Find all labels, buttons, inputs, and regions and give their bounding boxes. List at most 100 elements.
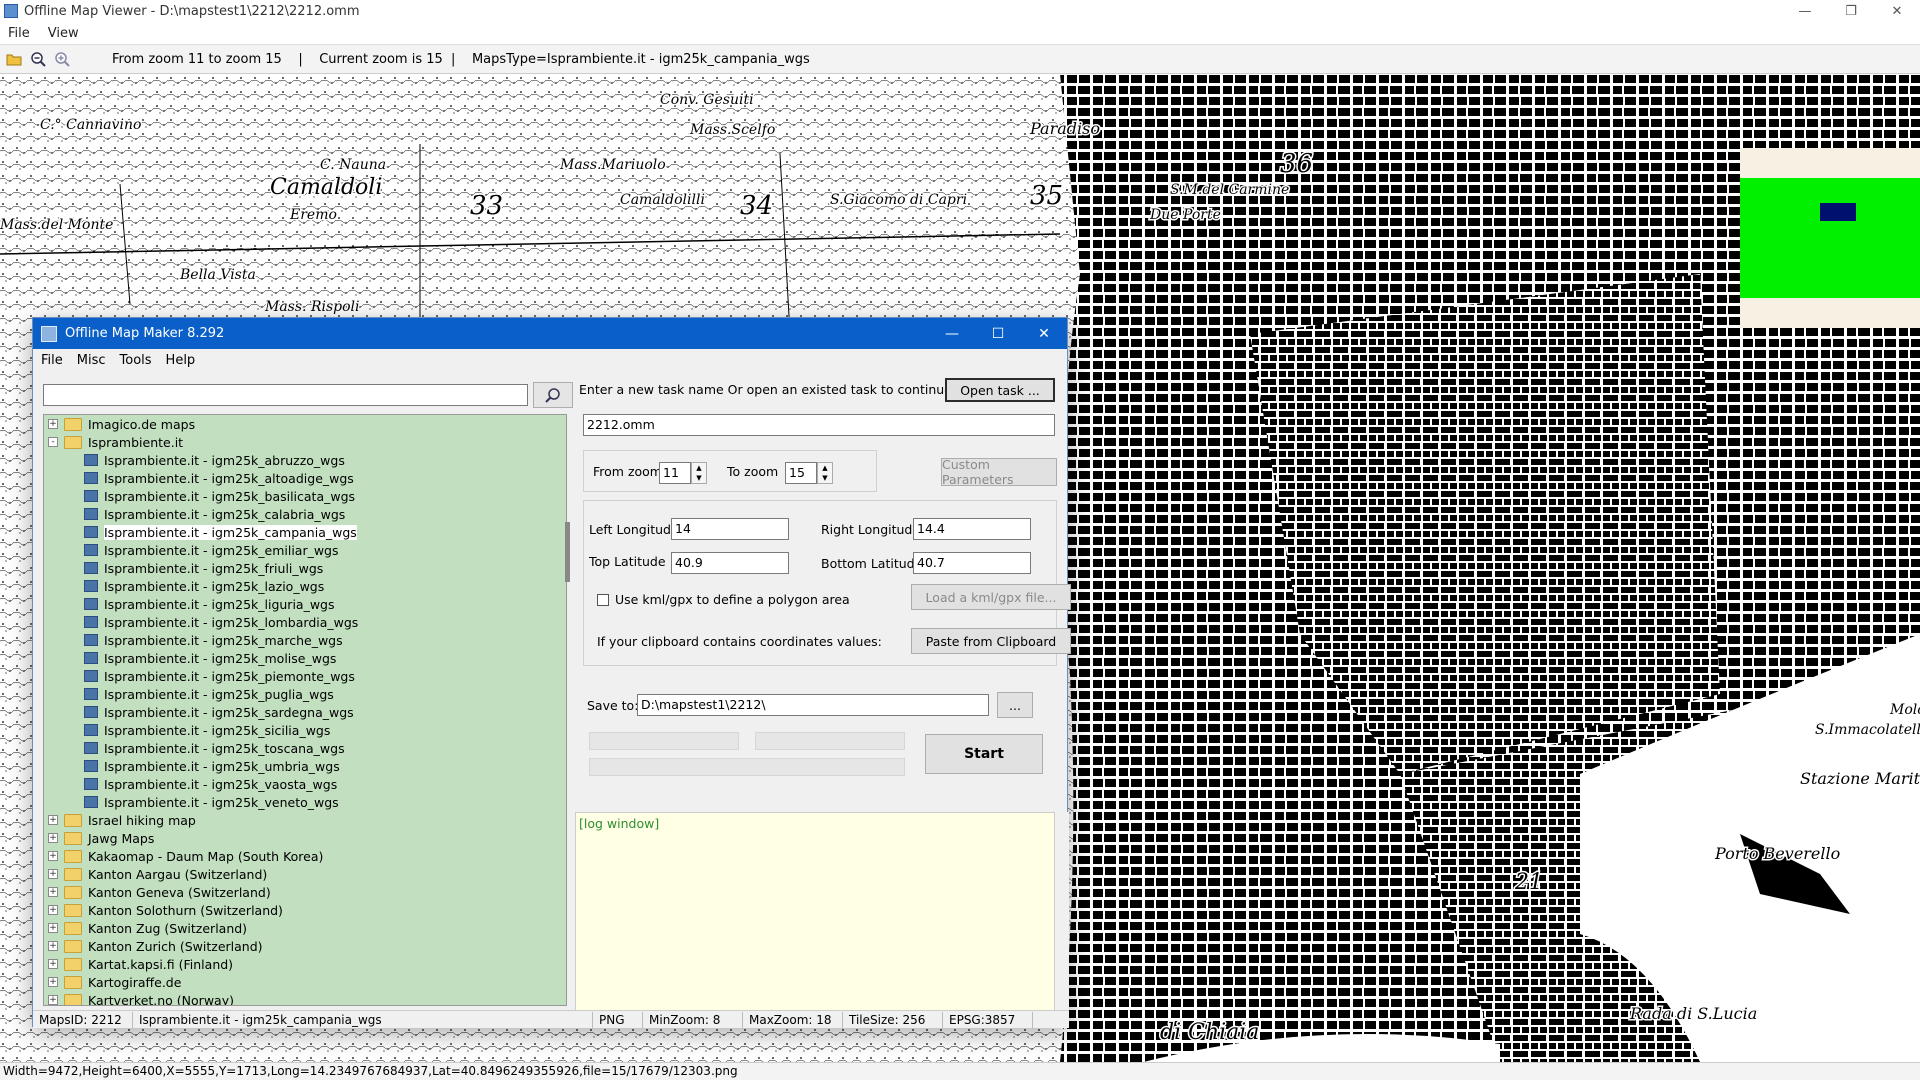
- tree-group-item[interactable]: + Israel hiking map: [44, 811, 566, 829]
- custom-parameters-button[interactable]: Custom Parameters: [941, 457, 1057, 487]
- tree-map-item[interactable]: Isprambiente.it - igm25k_lombardia_wgs: [44, 613, 566, 631]
- to-zoom-input[interactable]: 15: [785, 462, 817, 484]
- dlg-menu-tools[interactable]: Tools: [120, 353, 152, 368]
- tree-group-item[interactable]: + Kanton Solothurn (Switzerland): [44, 901, 566, 919]
- menu-view[interactable]: View: [48, 26, 79, 41]
- expand-icon[interactable]: +: [48, 923, 58, 933]
- tree-map-item[interactable]: Isprambiente.it - igm25k_calabria_wgs: [44, 505, 566, 523]
- restore-icon[interactable]: ❐: [1828, 0, 1874, 22]
- viewer-titlebar: Offline Map Viewer - D:\mapstest1\2212\2…: [0, 0, 1920, 22]
- tree-map-item[interactable]: Isprambiente.it - igm25k_veneto_wgs: [44, 793, 566, 811]
- minimize-icon[interactable]: —: [1782, 0, 1828, 22]
- use-kml-label: Use kml/gpx to define a polygon area: [615, 592, 850, 607]
- tree-map-item[interactable]: Isprambiente.it - igm25k_basilicata_wgs: [44, 487, 566, 505]
- close-icon[interactable]: ✕: [1874, 0, 1920, 22]
- tree-group-item[interactable]: + Kanton Zug (Switzerland): [44, 919, 566, 937]
- expand-icon[interactable]: +: [48, 851, 58, 861]
- tree-map-item[interactable]: Isprambiente.it - igm25k_piemonte_wgs: [44, 667, 566, 685]
- zoom-status-text: From zoom 11 to zoom 15 | Current zoom i…: [112, 51, 810, 67]
- bottom-latitude-input[interactable]: 40.7: [913, 552, 1031, 574]
- expand-icon[interactable]: +: [48, 995, 58, 1005]
- zoom-out-icon[interactable]: [28, 49, 48, 69]
- tree-map-item[interactable]: Isprambiente.it - igm25k_abruzzo_wgs: [44, 451, 566, 469]
- tree-group-item[interactable]: + Kartat.kapsi.fi (Finland): [44, 955, 566, 973]
- tree-map-item-selected[interactable]: Isprambiente.it - igm25k_campania_wgs: [44, 523, 566, 541]
- expand-icon[interactable]: +: [48, 833, 58, 843]
- tree-item-label: Kanton Geneva (Switzerland): [88, 884, 271, 900]
- zoom-in-icon[interactable]: [52, 49, 72, 69]
- tree-group-item[interactable]: + Kartogiraffe.de: [44, 973, 566, 991]
- tree-map-item[interactable]: Isprambiente.it - igm25k_molise_wgs: [44, 649, 566, 667]
- map-place-label: Mass.Mariuolo: [559, 157, 666, 173]
- left-longitude-input[interactable]: 14: [671, 518, 789, 540]
- tree-map-item[interactable]: Isprambiente.it - igm25k_puglia_wgs: [44, 685, 566, 703]
- viewer-title: Offline Map Viewer - D:\mapstest1\2212\2…: [24, 3, 360, 19]
- search-button[interactable]: [533, 382, 573, 408]
- expand-icon[interactable]: +: [48, 941, 58, 951]
- top-latitude-input[interactable]: 40.9: [671, 552, 789, 574]
- tree-map-item[interactable]: Isprambiente.it - igm25k_emiliar_wgs: [44, 541, 566, 559]
- tree-group-item[interactable]: + Jawg Maps: [44, 829, 566, 847]
- tree-map-item[interactable]: Isprambiente.it - igm25k_friuli_wgs: [44, 559, 566, 577]
- tree-map-item[interactable]: Isprambiente.it - igm25k_marche_wgs: [44, 631, 566, 649]
- dialog-close-icon[interactable]: ✕: [1021, 318, 1067, 349]
- load-kml-button[interactable]: Load a kml/gpx file...: [911, 584, 1071, 610]
- tree-item-label: Isprambiente.it: [88, 434, 184, 450]
- right-longitude-input[interactable]: 14.4: [913, 518, 1031, 540]
- save-to-input[interactable]: D:\mapstest1\2212\: [637, 694, 989, 716]
- to-zoom-spinner[interactable]: ▲ ▼: [817, 462, 833, 484]
- menu-file[interactable]: File: [8, 26, 30, 41]
- map-place-label: Eremo: [289, 207, 337, 223]
- right-longitude-label: Right Longitude: [821, 522, 921, 537]
- tree-map-item[interactable]: Isprambiente.it - igm25k_liguria_wgs: [44, 595, 566, 613]
- tree-item-label: Isprambiente.it - igm25k_friuli_wgs: [104, 560, 324, 576]
- paste-from-clipboard-button[interactable]: Paste from Clipboard: [911, 628, 1071, 654]
- dialog-minimize-icon[interactable]: —: [929, 318, 975, 349]
- tree-map-item[interactable]: Isprambiente.it - igm25k_vaosta_wgs: [44, 775, 566, 793]
- tree-item-label: Isprambiente.it - igm25k_puglia_wgs: [104, 686, 334, 702]
- overview-minimap[interactable]: [1740, 148, 1920, 328]
- dialog-maximize-icon[interactable]: ☐: [975, 318, 1021, 349]
- overview-viewport-rect[interactable]: [1820, 203, 1856, 221]
- use-kml-checkbox[interactable]: [597, 594, 609, 606]
- tree-scrollbar[interactable]: [565, 522, 570, 582]
- tree-map-item[interactable]: Isprambiente.it - igm25k_sardegna_wgs: [44, 703, 566, 721]
- tree-map-item[interactable]: Isprambiente.it - igm25k_umbria_wgs: [44, 757, 566, 775]
- log-window[interactable]: [log window]: [575, 812, 1055, 1024]
- tree-map-item[interactable]: Isprambiente.it - igm25k_lazio_wgs: [44, 577, 566, 595]
- open-folder-icon[interactable]: [4, 49, 24, 69]
- start-button[interactable]: Start: [925, 734, 1043, 774]
- tree-group-item[interactable]: + Imagico.de maps: [44, 415, 566, 433]
- expand-icon[interactable]: +: [48, 905, 58, 915]
- expand-icon[interactable]: +: [48, 419, 58, 429]
- dlg-menu-file[interactable]: File: [41, 353, 63, 368]
- expand-icon[interactable]: +: [48, 869, 58, 879]
- tree-group-item[interactable]: + Kartverket.no (Norway): [44, 991, 566, 1005]
- tree-group-item[interactable]: + Kakaomap - Daum Map (South Korea): [44, 847, 566, 865]
- tree-map-item[interactable]: Isprambiente.it - igm25k_altoadige_wgs: [44, 469, 566, 487]
- from-zoom-spinner[interactable]: ▲ ▼: [691, 462, 707, 484]
- expand-icon[interactable]: +: [48, 977, 58, 987]
- expand-icon[interactable]: +: [48, 887, 58, 897]
- open-task-button[interactable]: Open task ...: [945, 378, 1055, 402]
- tree-map-item[interactable]: Isprambiente.it - igm25k_sicilia_wgs: [44, 721, 566, 739]
- tree-map-item[interactable]: Isprambiente.it - igm25k_toscana_wgs: [44, 739, 566, 757]
- dlg-menu-help[interactable]: Help: [166, 353, 196, 368]
- tree-group-item[interactable]: + Kanton Zurich (Switzerland): [44, 937, 566, 955]
- tree-group-item[interactable]: - Isprambiente.it: [44, 433, 566, 451]
- map-place-label: 33: [470, 191, 503, 221]
- tree-group-item[interactable]: + Kanton Aargau (Switzerland): [44, 865, 566, 883]
- maps-tree[interactable]: + Imagico.de maps - Isprambiente.it Isprambi…: [43, 414, 567, 1006]
- folder-icon: [64, 831, 82, 845]
- map-layer-icon: [84, 616, 98, 628]
- collapse-icon[interactable]: -: [48, 437, 58, 447]
- log-scrollbar[interactable]: [1055, 812, 1069, 1024]
- task-name-input[interactable]: 2212.omm: [583, 414, 1055, 436]
- expand-icon[interactable]: +: [48, 815, 58, 825]
- from-zoom-input[interactable]: 11: [659, 462, 691, 484]
- tree-group-item[interactable]: + Kanton Geneva (Switzerland): [44, 883, 566, 901]
- dlg-menu-misc[interactable]: Misc: [77, 353, 106, 368]
- map-search-input[interactable]: [43, 384, 528, 406]
- browse-button[interactable]: ...: [997, 692, 1033, 718]
- expand-icon[interactable]: +: [48, 959, 58, 969]
